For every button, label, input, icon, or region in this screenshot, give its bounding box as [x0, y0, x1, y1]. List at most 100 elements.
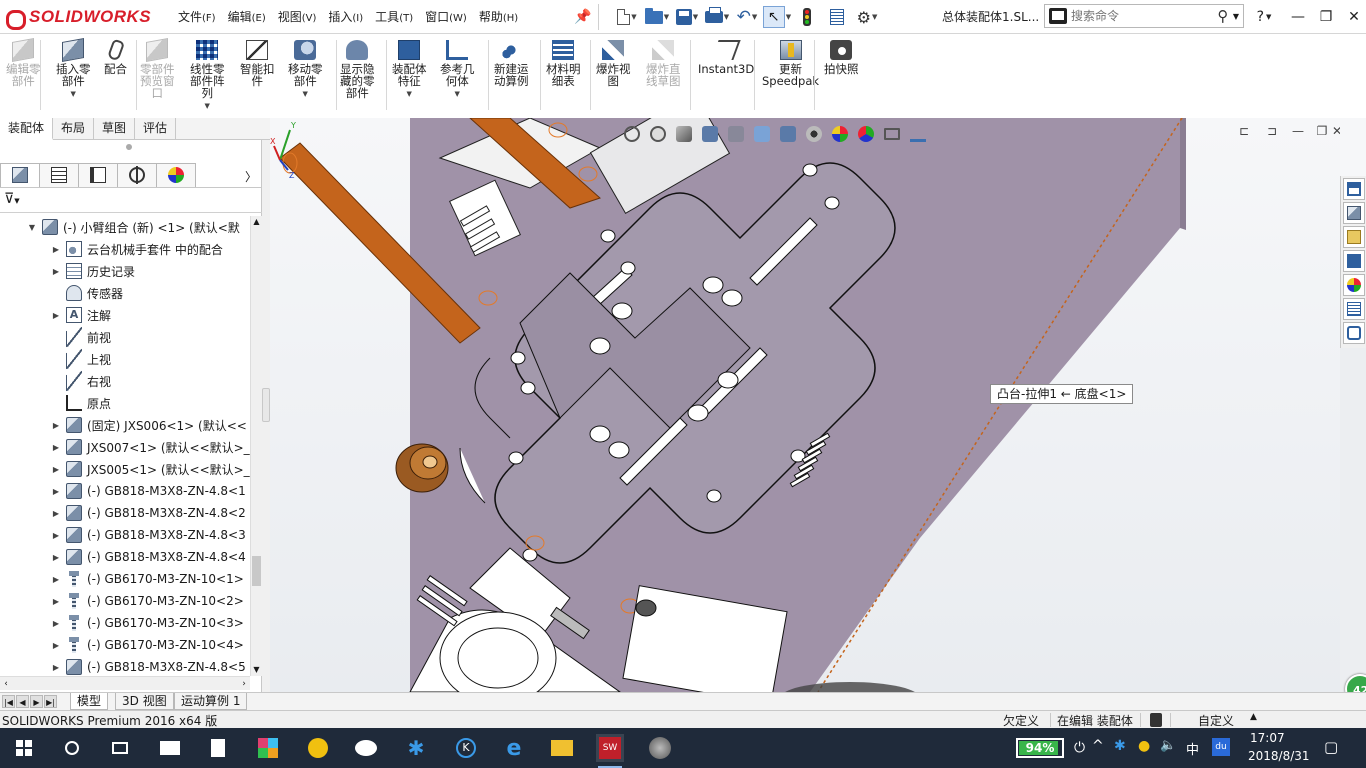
tree-vertical-scrollbar[interactable]: ▲ ▼: [250, 216, 262, 676]
display-style-button[interactable]: [776, 123, 800, 145]
tree-item[interactable]: 右视: [0, 370, 250, 392]
menu-item-2[interactable]: 视图(V): [272, 0, 323, 34]
tab-3d-view[interactable]: 3D 视图: [115, 693, 174, 710]
apply-scene-button[interactable]: [854, 123, 878, 145]
start-button[interactable]: [10, 734, 38, 762]
unit-system-dropdown-icon[interactable]: ▲: [1250, 712, 1257, 722]
section-view-button[interactable]: [698, 123, 722, 145]
dropdown-arrow-icon[interactable]: ▼: [455, 88, 460, 100]
tab-feature-tree[interactable]: [0, 162, 40, 187]
ribbon-button-5[interactable]: 智能扣 件: [240, 40, 275, 87]
tree-item[interactable]: ▶ (-) GB818-M3X8-ZN-4.8<5: [0, 656, 250, 676]
next-tab-icon[interactable]: ▶: [30, 695, 43, 708]
help-button[interactable]: ? ▼: [1250, 0, 1278, 34]
view-palette-tab[interactable]: [1342, 250, 1365, 272]
pin-icon[interactable]: 📌: [574, 9, 591, 25]
scroll-thumb[interactable]: [252, 556, 261, 586]
expand-arrow-icon[interactable]: ▶: [50, 267, 62, 276]
cortana-button[interactable]: [58, 734, 86, 762]
tab-dimxpert-manager[interactable]: [117, 162, 157, 187]
design-library-tab[interactable]: [1342, 202, 1365, 224]
viewport-close-icon[interactable]: ✕: [1332, 124, 1340, 142]
tree-item[interactable]: 传感器: [0, 282, 250, 304]
first-tab-icon[interactable]: |◀: [2, 695, 15, 708]
scroll-left-icon[interactable]: ‹: [0, 677, 12, 691]
dropdown-arrow-icon[interactable]: ▼: [407, 88, 412, 100]
volume-icon[interactable]: 🔈: [1160, 738, 1176, 753]
tree-item[interactable]: ▶ (-) GB818-M3X8-ZN-4.8<2: [0, 502, 250, 524]
close-button[interactable]: ✕: [1340, 0, 1366, 34]
ribbon-button-16[interactable]: 拍快照: [824, 40, 859, 75]
tree-item[interactable]: ▶ (固定) JXS006<1> (默认<<: [0, 414, 250, 436]
tray-star-icon[interactable]: ✱: [1114, 738, 1126, 754]
k-app[interactable]: K: [452, 734, 480, 762]
ribbon-button-6[interactable]: 移动零 部件 ▼: [288, 40, 323, 100]
tree-item[interactable]: ▶ JXS007<1> (默认<<默认>_: [0, 436, 250, 458]
rotate-view-button[interactable]: [906, 123, 930, 145]
expand-arrow-icon[interactable]: ▶: [50, 531, 62, 540]
tree-item[interactable]: 上视: [0, 348, 250, 370]
tab-motion-study[interactable]: 运动算例 1: [174, 693, 248, 710]
ribbon-button-8[interactable]: 装配体 特征 ▼: [392, 40, 427, 100]
expand-arrow-icon[interactable]: ▶: [50, 421, 62, 430]
ribbon-button-9[interactable]: 参考几 何体 ▼: [440, 40, 475, 100]
dynamic-annotation-button[interactable]: [724, 123, 748, 145]
expand-arrow-icon[interactable]: ▶: [50, 597, 62, 606]
previous-view-button[interactable]: [672, 123, 696, 145]
solidworks-taskbar-app[interactable]: SW: [596, 734, 624, 768]
wechat-app[interactable]: [352, 734, 380, 762]
select-button[interactable]: ↖ ▼: [762, 5, 792, 29]
scroll-down-icon[interactable]: ▼: [251, 664, 262, 676]
viewport-restore-icon[interactable]: ❐: [1310, 124, 1334, 142]
view-orientation-button[interactable]: [750, 123, 774, 145]
search-commands-box[interactable]: ⚲ ▼: [1044, 4, 1244, 28]
zoom-to-fit-button[interactable]: [620, 123, 644, 145]
tree-item[interactable]: ▶ (-) GB6170-M3-ZN-10<1>: [0, 568, 250, 590]
solidworks-resources-tab[interactable]: [1342, 178, 1365, 200]
plug-icon[interactable]: ⏻: [1074, 740, 1085, 756]
scroll-up-icon[interactable]: ▲: [251, 216, 262, 228]
clock-date[interactable]: 2018/8/31: [1248, 749, 1310, 763]
expand-arrow-icon[interactable]: ▶: [50, 443, 62, 452]
task-view-button[interactable]: [106, 734, 134, 762]
file-explorer-tab[interactable]: [1342, 226, 1365, 248]
open-button[interactable]: ▼: [642, 5, 672, 29]
expand-arrow-icon[interactable]: ▶: [50, 619, 62, 628]
tree-item[interactable]: ▶ A 注解: [0, 304, 250, 326]
unit-system[interactable]: 自定义: [1198, 712, 1234, 729]
star-app[interactable]: ✱: [402, 734, 430, 762]
tree-item[interactable]: ▼ (-) 小臂组合 (新) <1> (默认<默: [0, 216, 250, 238]
file-properties-button[interactable]: [822, 5, 852, 29]
viewport-tile-right-icon[interactable]: ⊐: [1260, 124, 1284, 142]
tree-item[interactable]: ▶ (-) GB818-M3X8-ZN-4.8<3: [0, 524, 250, 546]
tray-shield-icon[interactable]: ●: [1138, 738, 1150, 754]
scroll-right-icon[interactable]: ›: [238, 677, 250, 691]
search-input[interactable]: [1071, 9, 1213, 23]
tree-horizontal-scrollbar[interactable]: ‹ ›: [0, 676, 250, 690]
file-explorer-app[interactable]: [548, 734, 576, 762]
ime-indicator[interactable]: 中: [1186, 739, 1199, 758]
tree-item[interactable]: ▶ 历史记录: [0, 260, 250, 282]
tree-item[interactable]: ▶ (-) GB6170-M3-ZN-10<4>: [0, 634, 250, 656]
expand-arrow-icon[interactable]: ▶: [50, 465, 62, 474]
last-tab-icon[interactable]: ▶|: [44, 695, 57, 708]
minimize-button[interactable]: —: [1284, 0, 1312, 34]
expand-arrow-icon[interactable]: ▶: [50, 245, 62, 254]
tree-item[interactable]: 前视: [0, 326, 250, 348]
menu-item-4[interactable]: 工具(T): [369, 0, 419, 34]
tab-display-manager[interactable]: [156, 162, 196, 187]
chevron-right-icon[interactable]: 〉: [245, 168, 257, 185]
zoom-area-button[interactable]: [646, 123, 670, 145]
view-settings-button[interactable]: [880, 123, 904, 145]
menu-item-6[interactable]: 帮助(H): [473, 0, 524, 34]
rebuild-button[interactable]: [792, 5, 822, 29]
tiles-app[interactable]: [254, 734, 282, 762]
ribbon-button-10[interactable]: 新建运 动算例: [494, 40, 529, 87]
photo-app[interactable]: [646, 734, 674, 762]
tree-item[interactable]: ▶ JXS005<1> (默认<<默认>_: [0, 458, 250, 480]
battery-indicator[interactable]: 94%: [1016, 738, 1064, 758]
search-dropdown-icon[interactable]: ▼: [1233, 12, 1239, 21]
search-icon[interactable]: ⚲: [1213, 7, 1233, 25]
assembly-model[interactable]: [270, 118, 1340, 692]
ribbon-button-13[interactable]: 爆炸直 线草图: [646, 40, 681, 87]
